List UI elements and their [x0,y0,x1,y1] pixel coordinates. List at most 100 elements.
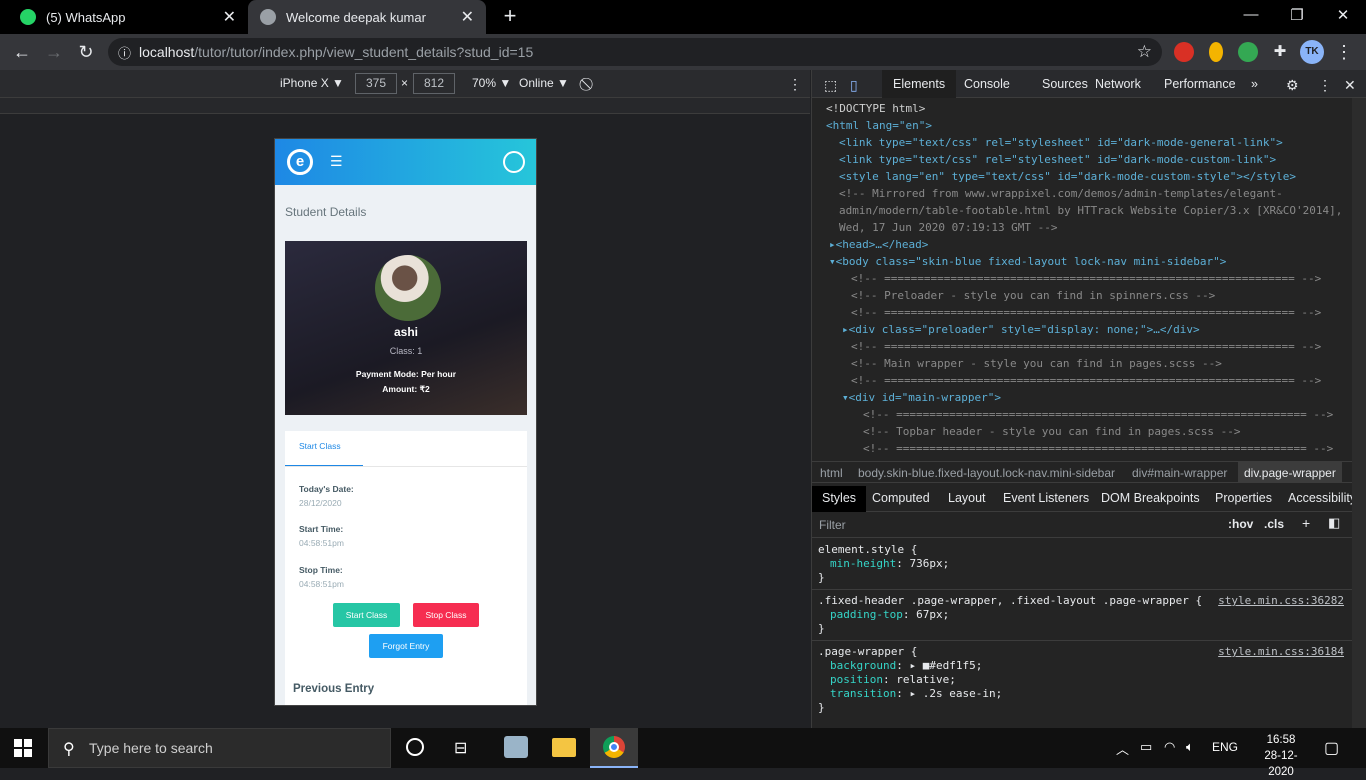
crumb-page-wrapper[interactable]: div.page-wrapper [1238,462,1342,483]
cortana-icon[interactable] [406,738,424,756]
dom-comment[interactable]: Wed, 17 Jun 2020 07:19:13 GMT --> [839,219,1058,236]
logo[interactable]: e [287,149,313,175]
devtools-scrollbar[interactable] [1352,98,1366,728]
dom-comment[interactable]: <!-- ===================================… [851,304,1321,321]
dom-comment[interactable]: <!-- Main wrapper - style you can find i… [851,355,1222,372]
dom-line[interactable]: <style lang="en" type="text/css" id="dar… [839,168,1296,185]
dom-line[interactable]: <link type="text/css" rel="stylesheet" i… [839,134,1283,151]
tab-welcome[interactable]: Welcome deepak kumar ✕ [248,0,486,34]
device-toggle-icon[interactable]: ▯ [850,77,858,94]
forgot-entry-button[interactable]: Forgot Entry [369,634,443,658]
rule-source-link[interactable]: style.min.css:36282 [1218,594,1344,608]
width-input[interactable]: 375 [355,73,397,94]
gear-icon[interactable]: ⚙ [1286,77,1299,94]
tab-event-listeners[interactable]: Event Listeners [1003,491,1089,505]
kebab-icon[interactable]: ⋮ [1318,77,1332,94]
tab-network[interactable]: Network [1095,77,1141,91]
stop-class-button[interactable]: Stop Class [413,603,479,627]
hov-toggle[interactable]: :hov [1228,517,1253,531]
taskbar-search[interactable]: ⚲ Type here to search [48,728,391,768]
avatar[interactable]: TK [1300,40,1324,64]
tab-whatsapp[interactable]: (5) WhatsApp ✕ [8,0,248,34]
minimize-icon[interactable]: — [1236,6,1266,23]
language-indicator[interactable]: ENG [1212,740,1238,754]
prop-name[interactable]: min-height [830,557,896,570]
hamburger-icon[interactable]: ☰ [330,153,343,170]
tab-sources[interactable]: Sources [1042,77,1088,91]
more-tabs[interactable]: » [1251,77,1258,91]
dom-line[interactable]: ▾<div id="main-wrapper"> [842,389,1001,406]
dom-line[interactable]: <!DOCTYPE html> [826,100,925,117]
crumb-html[interactable]: html [820,466,843,480]
headset-icon[interactable] [503,151,525,173]
dom-line[interactable]: ▸<head>…</head> [829,236,928,253]
prop-name[interactable]: transition [830,687,896,700]
style-rule[interactable]: .page-wrapper { style.min.css:36184 back… [812,641,1352,721]
tab-elements[interactable]: Elements [882,70,957,98]
style-rule[interactable]: .fixed-header .page-wrapper, .fixed-layo… [812,590,1352,641]
tab-styles[interactable]: Styles [812,486,867,512]
app-icon[interactable] [504,736,528,758]
maximize-icon[interactable]: ❐ [1282,6,1312,24]
sidebar-toggle-icon[interactable]: ◧ [1328,515,1340,531]
height-input[interactable]: 812 [413,73,455,94]
info-icon[interactable]: ⓘ [118,43,131,62]
dom-comment[interactable]: admin/modern/table-footable.html by HTTr… [839,202,1342,219]
task-view-icon[interactable]: ⊟ [454,738,467,758]
extension-icon[interactable] [1209,42,1223,62]
clock[interactable]: 16:58 28-12-2020 [1256,732,1306,780]
crumb-body[interactable]: body.skin-blue.fixed-layout.lock-nav.min… [858,466,1115,480]
chevron-up-icon[interactable]: ︿ [1116,739,1129,758]
dom-line[interactable]: ▾<body class="skin-blue fixed-layout loc… [829,253,1226,270]
cls-toggle[interactable]: .cls [1264,517,1284,531]
tab-accessibility[interactable]: Accessibility [1288,491,1356,505]
dom-comment[interactable]: <!-- ===================================… [863,440,1333,457]
prop-value[interactable]: relative; [896,673,956,686]
tab-layout[interactable]: Layout [948,491,986,505]
inspect-icon[interactable]: ⬚ [824,77,837,94]
dom-line[interactable]: <link type="text/css" rel="stylesheet" i… [839,151,1276,168]
close-tab-icon[interactable]: ✕ [461,7,474,27]
tab-start-class[interactable]: Start Class [285,431,363,467]
dom-line[interactable]: <html lang="en"> [826,117,932,134]
prop-name[interactable]: padding-top [830,608,903,621]
prop-value[interactable]: ▸ ■#edf1f5; [909,659,982,672]
tab-computed[interactable]: Computed [872,491,930,505]
dom-comment[interactable]: <!-- ===================================… [851,372,1321,389]
bookmark-star-icon[interactable]: ☆ [1137,42,1152,62]
filter-input[interactable]: Filter [819,518,846,532]
new-tab-icon[interactable]: + [500,5,520,27]
more-icon[interactable]: ⋮ [788,76,802,93]
prop-name[interactable]: position [830,673,883,686]
dom-comment[interactable]: <!-- Topbar header - style you can find … [863,423,1241,440]
tab-properties[interactable]: Properties [1215,491,1272,505]
dom-comment[interactable]: <!-- Mirrored from www.wrappixel.com/dem… [839,185,1283,202]
menu-dots-icon[interactable]: ⋮ [1334,42,1354,62]
dom-comment[interactable]: <!-- Preloader - style you can find in s… [851,287,1215,304]
windows-start-icon[interactable] [14,739,32,757]
dom-comment[interactable]: <!-- ===================================… [863,406,1333,423]
style-rule[interactable]: element.style { min-height: 736px; } [812,539,1352,590]
prop-name[interactable]: background [830,659,896,672]
tab-dom-breakpoints[interactable]: DOM Breakpoints [1101,491,1200,505]
dom-comment[interactable]: <!-- ===================================… [851,338,1321,355]
forward-icon[interactable]: → [44,42,64,62]
rule-source-link[interactable]: style.min.css:36184 [1218,645,1344,659]
address-bar[interactable]: ⓘ localhost/tutor/tutor/index.php/view_s… [108,38,1162,66]
close-devtools-icon[interactable]: ✕ [1344,77,1356,94]
dom-line[interactable]: ▸<div class="preloader" style="display: … [842,321,1200,338]
add-rule-icon[interactable]: + [1302,515,1310,531]
prop-value[interactable]: ▸ .2s ease-in; [909,687,1002,700]
crumb-main-wrapper[interactable]: div#main-wrapper [1132,466,1227,480]
tab-console[interactable]: Console [964,77,1010,91]
wifi-icon[interactable]: ◠ [1164,739,1175,755]
puzzle-icon[interactable]: ✚ [1270,42,1290,62]
prop-value[interactable]: 736px; [909,557,949,570]
battery-icon[interactable]: ▭ [1140,739,1152,755]
close-window-icon[interactable]: ✕ [1328,6,1358,24]
back-icon[interactable]: ← [12,42,32,62]
network-select[interactable]: Online ▼ [519,76,569,90]
device-select[interactable]: iPhone X ▼ [280,76,344,90]
chrome-taskbar-button[interactable] [590,728,638,768]
tab-performance[interactable]: Performance [1164,77,1236,91]
